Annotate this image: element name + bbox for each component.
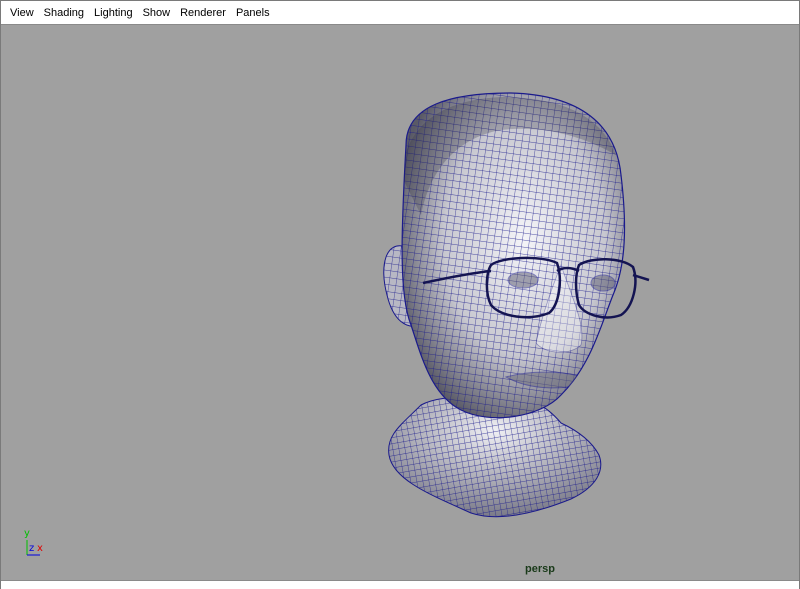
axis-z-label: z bbox=[29, 543, 35, 554]
menu-show[interactable]: Show bbox=[138, 1, 176, 25]
maya-viewport-panel: View Shading Lighting Show Renderer Pane… bbox=[0, 0, 800, 589]
panel-bottom-border bbox=[1, 580, 799, 589]
axis-gizmo-icon: y z x bbox=[18, 528, 58, 564]
menu-view[interactable]: View bbox=[5, 1, 39, 25]
axis-x-label: x bbox=[37, 543, 43, 554]
menu-shading[interactable]: Shading bbox=[39, 1, 89, 25]
camera-name-label: persp bbox=[525, 563, 555, 575]
3d-viewport[interactable] bbox=[1, 25, 799, 580]
head bbox=[401, 92, 626, 419]
menu-renderer[interactable]: Renderer bbox=[175, 1, 231, 25]
axis-y-label: y bbox=[24, 528, 30, 539]
panel-menubar: View Shading Lighting Show Renderer Pane… bbox=[1, 1, 799, 25]
menu-panels[interactable]: Panels bbox=[231, 1, 275, 25]
head-wireframe-model[interactable] bbox=[1, 25, 799, 580]
menu-lighting[interactable]: Lighting bbox=[89, 1, 138, 25]
